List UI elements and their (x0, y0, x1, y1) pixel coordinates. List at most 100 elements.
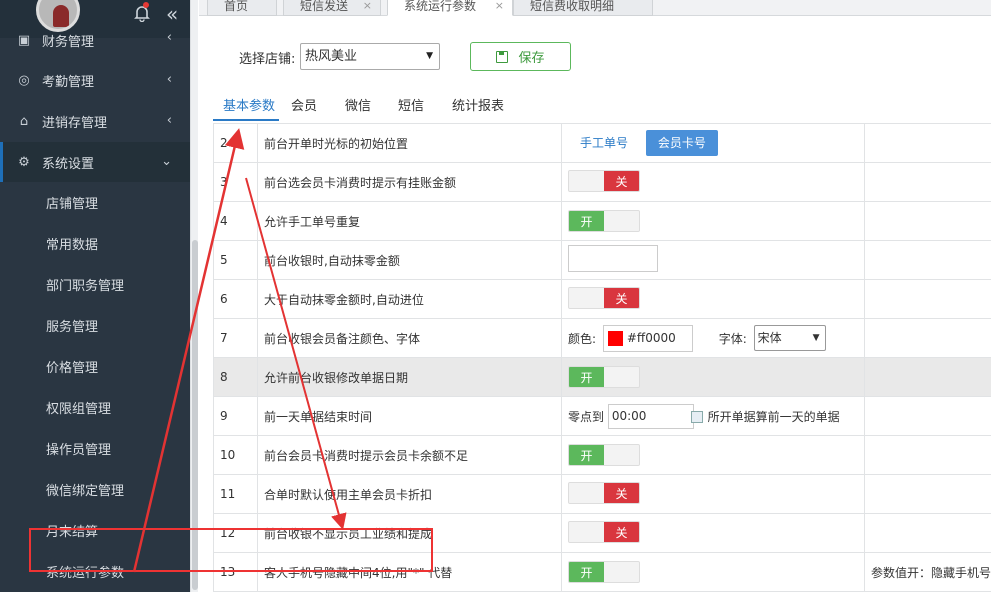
tab-sms[interactable]: 短信 (398, 95, 424, 121)
table-row: 3 前台选会员卡消费时提示有挂账金额 关 (213, 162, 991, 202)
tab-statistics-report[interactable]: 统计报表 (452, 95, 504, 121)
tab-label: 短信发送 (300, 0, 349, 13)
param-note (864, 435, 991, 475)
param-note (864, 279, 991, 319)
color-picker[interactable]: #ff0000 (602, 324, 693, 352)
table-row: 4 允许手工单号重复 开 (213, 201, 991, 241)
sidebar-sub-common-data[interactable]: 常用数据 (0, 223, 190, 264)
close-icon[interactable]: × (363, 0, 372, 12)
tab-basic-params[interactable]: 基本参数 (213, 95, 279, 121)
member-card-button[interactable]: 会员卡号 (645, 130, 718, 156)
home-icon: ⌂ (19, 113, 29, 129)
param-control: 开 (561, 201, 865, 241)
tab-label: 短信费收取明细 (530, 0, 615, 13)
sidebar-item-system-settings[interactable]: ⚙ 系统设置 ⌄ (0, 142, 190, 182)
table-row: 9 前一天单据结束时间 零点到 00:00 所开单据算前一天的单据 (213, 396, 991, 436)
sidebar-item-inventory[interactable]: ⌂ 进销存管理 ‹ (0, 101, 190, 141)
param-control: 颜色: #ff0000 字体: 宋体 ▼ (561, 318, 865, 358)
param-name: 允许手工单号重复 (257, 201, 562, 241)
tab-sms-send[interactable]: 短信发送 × (283, 0, 381, 16)
toggle-knob (604, 211, 639, 231)
calendar-icon[interactable] (690, 410, 703, 423)
finance-icon: ▣ (17, 32, 31, 48)
toggle-switch[interactable]: 关 (568, 482, 640, 504)
time-value: 00:00 (611, 409, 647, 423)
param-note (864, 396, 991, 436)
color-label: 颜色: (568, 331, 597, 346)
param-note (864, 201, 991, 241)
table-row: 5 前台收银时,自动抹零金额 (213, 240, 991, 280)
toggle-state: 关 (604, 483, 639, 503)
tab-label: 系统运行参数 (404, 0, 477, 13)
param-control: 开 (561, 552, 865, 592)
top-tab-bar: 首页 短信发送 × 系统运行参数 × 短信费收取明细 (199, 0, 991, 16)
param-name: 大于自动抹零金额时,自动进位 (257, 279, 562, 319)
time-label: 零点到 (568, 409, 605, 424)
font-select-value: 宋体 (757, 331, 782, 345)
toggle-switch[interactable]: 开 (568, 561, 640, 583)
toggle-knob (569, 288, 604, 308)
sub-item-label: 操作员管理 (46, 443, 112, 458)
param-name: 合单时默认使用主单会员卡折扣 (257, 474, 562, 514)
store-select[interactable]: 热风美业 ▼ (300, 43, 440, 70)
row-number: 6 (213, 279, 258, 319)
param-control (561, 240, 865, 280)
tab-sms-fee-detail[interactable]: 短信费收取明细 (513, 0, 653, 16)
end-time-input[interactable]: 00:00 (607, 403, 703, 429)
toggle-switch[interactable]: 关 (568, 170, 640, 192)
toggle-knob (569, 483, 604, 503)
param-name: 前一天单据结束时间 (257, 396, 562, 436)
fingerprint-icon: ◎ (18, 72, 30, 88)
tab-wechat[interactable]: 微信 (345, 95, 371, 121)
param-name: 前台会员卡消费时提示会员卡余额不足 (257, 435, 562, 475)
toggle-switch[interactable]: 关 (568, 521, 640, 543)
param-name: 前台选会员卡消费时提示有挂账金额 (257, 162, 562, 202)
row-number: 9 (213, 396, 258, 436)
sub-item-label: 部门职务管理 (46, 279, 125, 294)
sidebar-item-attendance[interactable]: ◎ 考勤管理 ‹ (0, 60, 190, 100)
row-number: 3 (213, 162, 258, 202)
param-control: 关 (561, 474, 865, 514)
toggle-switch[interactable]: 开 (568, 210, 640, 232)
toggle-knob (604, 367, 639, 387)
row-number: 5 (213, 240, 258, 280)
sidebar-sub-operator-management[interactable]: 操作员管理 (0, 428, 190, 469)
param-control: 关 (561, 279, 865, 319)
sidebar: « ▣ 财务管理 ‹ ◎ 考勤管理 ‹ ⌂ 进销存管理 ‹ ⚙ 系统设置 ⌄ 店… (0, 0, 190, 592)
sidebar-sub-service-management[interactable]: 服务管理 (0, 305, 190, 346)
row-number: 7 (213, 318, 258, 358)
save-disk-icon (496, 50, 509, 63)
tab-system-params[interactable]: 系统运行参数 × (387, 0, 513, 16)
param-note (864, 357, 991, 397)
param-control: 开 (561, 357, 865, 397)
font-label: 字体: (718, 331, 747, 346)
sidebar-sub-department-management[interactable]: 部门职务管理 (0, 264, 190, 305)
toggle-switch[interactable]: 开 (568, 366, 640, 388)
sidebar-sub-permission-group[interactable]: 权限组管理 (0, 387, 190, 428)
manual-order-button[interactable]: 手工单号 (568, 130, 640, 156)
font-select[interactable]: 宋体 ▼ (753, 325, 826, 351)
toggle-state: 开 (569, 445, 604, 465)
param-control: 关 (561, 162, 865, 202)
sidebar-item-finance[interactable]: ▣ 财务管理 ‹ (0, 22, 190, 58)
toggle-switch[interactable]: 关 (568, 287, 640, 309)
save-button-label: 保存 (518, 51, 545, 66)
sidebar-sub-price-management[interactable]: 价格管理 (0, 346, 190, 387)
close-icon[interactable]: × (495, 0, 504, 12)
tab-member[interactable]: 会员 (291, 95, 317, 121)
table-row: 6 大于自动抹零金额时,自动进位 关 (213, 279, 991, 319)
toggle-knob (569, 171, 604, 191)
save-button[interactable]: 保存 (470, 42, 571, 71)
sidebar-sub-store-management[interactable]: 店铺管理 (0, 182, 190, 223)
toggle-switch[interactable]: 开 (568, 444, 640, 466)
toggle-state: 关 (604, 288, 639, 308)
param-note (864, 474, 991, 514)
dropdown-arrow-icon: ▼ (426, 51, 433, 61)
sidebar-sub-wechat-binding[interactable]: 微信绑定管理 (0, 469, 190, 510)
toggle-knob (569, 522, 604, 542)
tab-home[interactable]: 首页 (207, 0, 277, 16)
round-off-amount-input[interactable] (568, 245, 658, 272)
sidebar-scrollbar[interactable] (190, 0, 198, 592)
param-control: 零点到 00:00 所开单据算前一天的单据 (561, 396, 865, 436)
param-note (864, 240, 991, 280)
